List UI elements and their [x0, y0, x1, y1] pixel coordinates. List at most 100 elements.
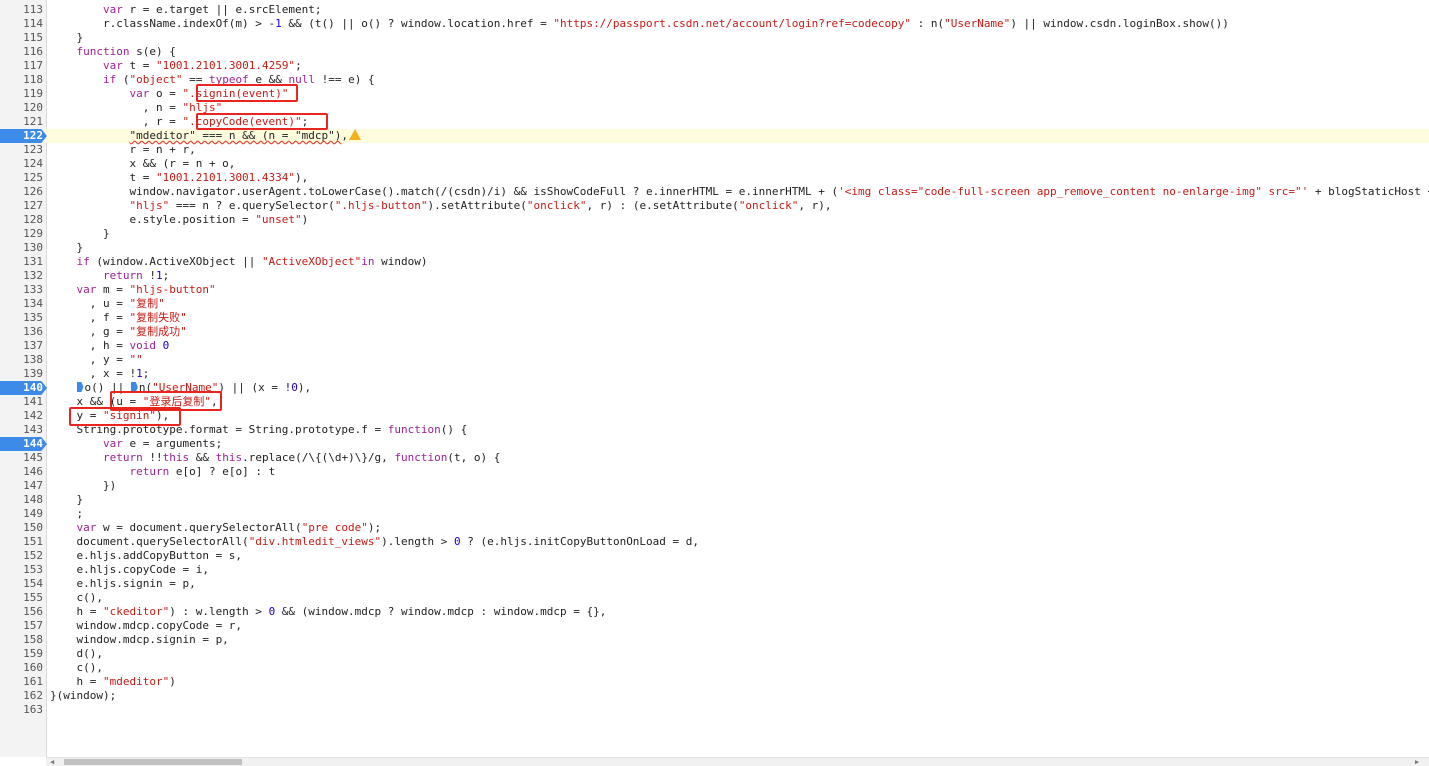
line-number[interactable]: 117: [0, 59, 43, 73]
code-line[interactable]: 119 var o = ".signin(event)": [0, 87, 1429, 101]
line-number[interactable]: 134: [0, 297, 43, 311]
code-line[interactable]: 155 c(),: [0, 591, 1429, 605]
code-line[interactable]: 147 }): [0, 479, 1429, 493]
line-number[interactable]: 151: [0, 535, 43, 549]
line-number[interactable]: 139: [0, 367, 43, 381]
code-line[interactable]: 133 var m = "hljs-button": [0, 283, 1429, 297]
code-line[interactable]: 135 , f = "复制失败": [0, 311, 1429, 325]
line-number[interactable]: 147: [0, 479, 43, 493]
code-area[interactable]: 113 var r = e.target || e.srcElement; 114…: [0, 3, 1429, 717]
line-number[interactable]: 155: [0, 591, 43, 605]
line-number[interactable]: 161: [0, 675, 43, 689]
line-number[interactable]: 129: [0, 227, 43, 241]
scroll-left-arrow-icon[interactable]: ◀: [50, 759, 56, 766]
code-line[interactable]: 151 document.querySelectorAll("div.htmle…: [0, 535, 1429, 549]
line-number[interactable]: 114: [0, 17, 43, 31]
code-line[interactable]: 127 "hljs" === n ? e.querySelector(".hlj…: [0, 199, 1429, 213]
scroll-right-arrow-icon[interactable]: ▶: [1415, 759, 1421, 766]
code-line[interactable]: 146 return e[o] ? e[o] : t: [0, 465, 1429, 479]
line-number[interactable]: 157: [0, 619, 43, 633]
line-number[interactable]: 153: [0, 563, 43, 577]
inline-breakpoint-marker-icon[interactable]: [76, 382, 84, 392]
line-number[interactable]: 127: [0, 199, 43, 213]
code-line[interactable]: 115 }: [0, 31, 1429, 45]
line-number[interactable]: 156: [0, 605, 43, 619]
line-number[interactable]: 149: [0, 507, 43, 521]
line-number[interactable]: 135: [0, 311, 43, 325]
code-line[interactable]: 142 y = "signin"),: [0, 409, 1429, 423]
breakpoint-line-number[interactable]: 144: [0, 437, 47, 451]
code-line[interactable]: 140 o() || n("UserName") || (x = !0),: [0, 381, 1429, 395]
line-number[interactable]: 128: [0, 213, 43, 227]
code-line[interactable]: 152 e.hljs.addCopyButton = s,: [0, 549, 1429, 563]
line-number[interactable]: 163: [0, 703, 43, 717]
line-number[interactable]: 138: [0, 353, 43, 367]
line-number[interactable]: 119: [0, 87, 43, 101]
line-number[interactable]: 141: [0, 395, 43, 409]
line-number[interactable]: 137: [0, 339, 43, 353]
line-number[interactable]: 126: [0, 185, 43, 199]
code-line[interactable]: 117 var t = "1001.2101.3001.4259";: [0, 59, 1429, 73]
breakpoint-line-number[interactable]: 140: [0, 381, 47, 395]
line-number[interactable]: 154: [0, 577, 43, 591]
line-number[interactable]: 145: [0, 451, 43, 465]
code-line[interactable]: 144 var e = arguments;: [0, 437, 1429, 451]
code-line[interactable]: 160 c(),: [0, 661, 1429, 675]
code-line[interactable]: 163: [0, 703, 1429, 717]
code-line[interactable]: 132 return !1;: [0, 269, 1429, 283]
line-number[interactable]: 150: [0, 521, 43, 535]
line-number[interactable]: 159: [0, 647, 43, 661]
code-line[interactable]: 121 , r = ".copyCode(event)";: [0, 115, 1429, 129]
code-line[interactable]: 123 r = n + r,: [0, 143, 1429, 157]
line-number[interactable]: 148: [0, 493, 43, 507]
line-number[interactable]: 136: [0, 325, 43, 339]
code-line[interactable]: 161 h = "mdeditor"): [0, 675, 1429, 689]
code-line[interactable]: 128 e.style.position = "unset"): [0, 213, 1429, 227]
code-line[interactable]: 162}(window);: [0, 689, 1429, 703]
code-line[interactable]: 157 window.mdcp.copyCode = r,: [0, 619, 1429, 633]
scrollbar-thumb[interactable]: [64, 759, 242, 765]
code-line[interactable]: 122 "mdeditor" === n && (n = "mdcp"),: [0, 129, 1429, 143]
code-line[interactable]: 159 d(),: [0, 647, 1429, 661]
line-number[interactable]: 158: [0, 633, 43, 647]
code-line[interactable]: 118 if ("object" == typeof e && null !==…: [0, 73, 1429, 87]
code-line[interactable]: 148 }: [0, 493, 1429, 507]
code-line[interactable]: 124 x && (r = n + o,: [0, 157, 1429, 171]
line-number[interactable]: 121: [0, 115, 43, 129]
code-line[interactable]: 125 t = "1001.2101.3001.4334"),: [0, 171, 1429, 185]
code-line[interactable]: 126 window.navigator.userAgent.toLowerCa…: [0, 185, 1429, 199]
warning-icon[interactable]: [349, 129, 362, 140]
line-number[interactable]: 113: [0, 3, 43, 17]
inline-breakpoint-marker-icon[interactable]: [130, 382, 138, 392]
code-line[interactable]: 156 h = "ckeditor") : w.length > 0 && (w…: [0, 605, 1429, 619]
code-line[interactable]: 129 }: [0, 227, 1429, 241]
code-line[interactable]: 131 if (window.ActiveXObject || "ActiveX…: [0, 255, 1429, 269]
code-line[interactable]: 138 , y = "": [0, 353, 1429, 367]
code-line[interactable]: 154 e.hljs.signin = p,: [0, 577, 1429, 591]
line-number[interactable]: 132: [0, 269, 43, 283]
code-line[interactable]: 113 var r = e.target || e.srcElement;: [0, 3, 1429, 17]
code-line[interactable]: 136 , g = "复制成功": [0, 325, 1429, 339]
code-line[interactable]: 134 , u = "复制": [0, 297, 1429, 311]
code-line[interactable]: 141 x && (u = "登录后复制",: [0, 395, 1429, 409]
code-line[interactable]: 139 , x = !1;: [0, 367, 1429, 381]
code-line[interactable]: 137 , h = void 0: [0, 339, 1429, 353]
line-number[interactable]: 143: [0, 423, 43, 437]
code-line[interactable]: 143 String.prototype.format = String.pro…: [0, 423, 1429, 437]
line-number[interactable]: 133: [0, 283, 43, 297]
line-number[interactable]: 123: [0, 143, 43, 157]
code-line[interactable]: 150 var w = document.querySelectorAll("p…: [0, 521, 1429, 535]
code-line[interactable]: 145 return !!this && this.replace(/\{(\d…: [0, 451, 1429, 465]
line-number[interactable]: 118: [0, 73, 43, 87]
line-number[interactable]: 125: [0, 171, 43, 185]
code-line[interactable]: 130 }: [0, 241, 1429, 255]
line-number[interactable]: 160: [0, 661, 43, 675]
line-number[interactable]: 124: [0, 157, 43, 171]
line-number[interactable]: 162: [0, 689, 43, 703]
code-line[interactable]: 153 e.hljs.copyCode = i,: [0, 563, 1429, 577]
line-number[interactable]: 115: [0, 31, 43, 45]
code-line[interactable]: 158 window.mdcp.signin = p,: [0, 633, 1429, 647]
code-line[interactable]: 149 ;: [0, 507, 1429, 521]
breakpoint-line-number[interactable]: 122: [0, 129, 47, 143]
code-line[interactable]: 114 r.className.indexOf(m) > -1 && (t() …: [0, 17, 1429, 31]
